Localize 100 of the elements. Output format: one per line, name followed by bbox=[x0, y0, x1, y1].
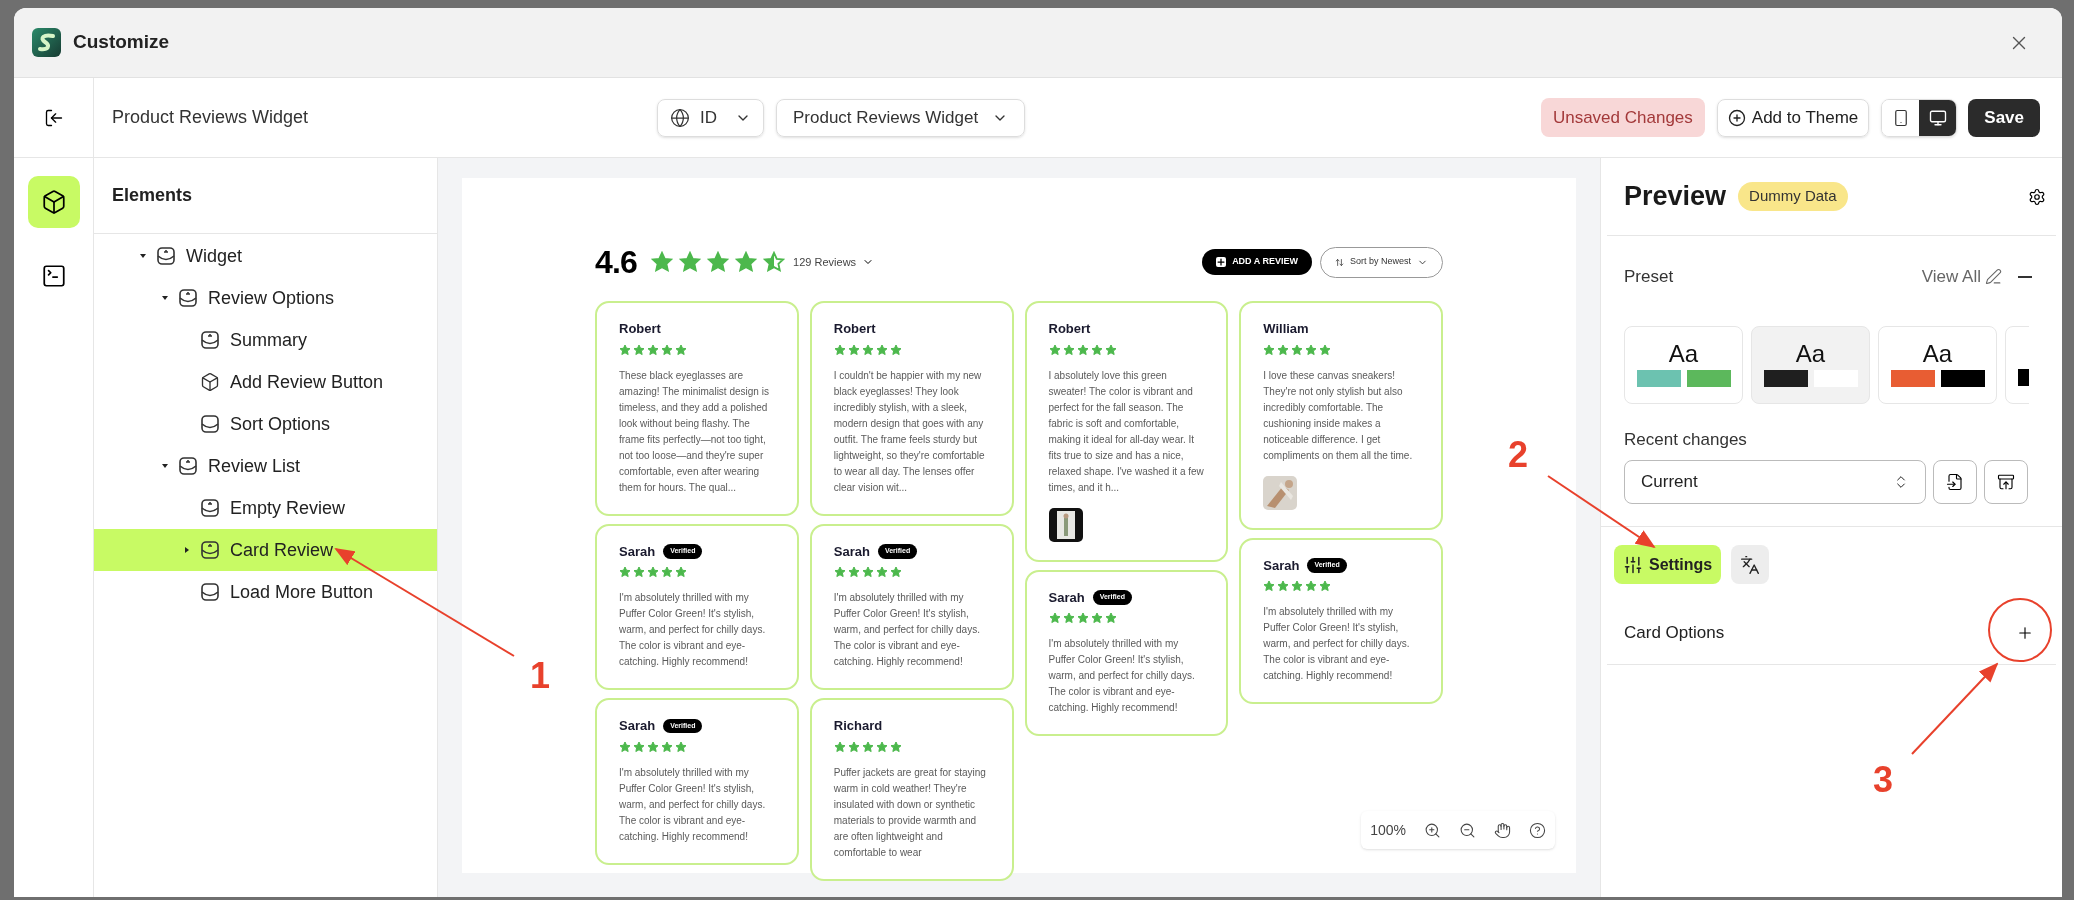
star-icon bbox=[675, 740, 687, 753]
sliders-icon bbox=[1623, 554, 1643, 575]
star-icon bbox=[633, 740, 645, 753]
export-button[interactable] bbox=[1984, 460, 2028, 504]
desktop-view-button[interactable] bbox=[1919, 99, 1957, 136]
preset-card[interactable]: Aa bbox=[1624, 325, 1743, 404]
terminal-icon bbox=[40, 263, 67, 289]
pen-icon bbox=[1985, 268, 2002, 286]
logo-icon bbox=[32, 28, 61, 57]
unsaved-status: Unsaved Changes bbox=[1540, 97, 1705, 138]
reviewer-name: Sarah bbox=[619, 542, 656, 561]
review-text: I'm absolutely thrilled with my Puffer Color Green! It's stylish, warm, and perfect for chilly days. The color is vibrant and eye-catching. Highly recommend! bbox=[1048, 637, 1196, 715]
tree-item[interactable]: Summary bbox=[94, 319, 437, 361]
star-icon bbox=[889, 343, 902, 356]
reviewer-name: Sarah bbox=[1048, 588, 1085, 607]
star-icon bbox=[1076, 612, 1089, 624]
star-icon bbox=[1090, 343, 1103, 356]
tree-item[interactable]: Review List bbox=[94, 445, 437, 487]
tree-item[interactable]: Empty Review bbox=[94, 487, 437, 529]
tree-item[interactable]: Review Options bbox=[94, 277, 437, 319]
star-icon bbox=[619, 343, 631, 356]
exit-icon bbox=[43, 107, 64, 128]
star-icon bbox=[1305, 580, 1318, 592]
star-icon bbox=[619, 566, 631, 578]
review-text: I couldn't be happier with my new black eyeglasses! They look incredibly stylish, with a sleek, modern design that goes with any outfit. The frame feels sturdy but lightweight, so they're comfortable to wear all day. The lenses offer clear vision wit... bbox=[833, 368, 986, 495]
caret-down-icon[interactable] bbox=[161, 462, 169, 470]
caret-right-icon[interactable] bbox=[183, 546, 191, 554]
star-icon bbox=[875, 566, 888, 578]
reviewer-name: Richard bbox=[833, 717, 883, 735]
hand-icon bbox=[1494, 821, 1511, 839]
mobile-view-button[interactable] bbox=[1882, 99, 1920, 136]
review-text: I'm absolutely thrilled with my Puffer Color Green! It's stylish, warm, and perfect for chilly days. The color is vibrant and eye-catching. Highly recommend! bbox=[1263, 605, 1411, 683]
tray-icon bbox=[200, 414, 220, 434]
star-icon bbox=[847, 343, 860, 356]
section-title: Card Options bbox=[1624, 622, 1725, 645]
tree-label: Load More Button bbox=[230, 580, 374, 604]
preset-card[interactable]: Aa bbox=[1751, 325, 1870, 404]
caret-down-icon[interactable] bbox=[161, 294, 169, 302]
average-rating: 4.6 bbox=[595, 243, 638, 282]
reviewer-name: Sarah bbox=[1263, 556, 1300, 575]
add-review-button[interactable]: ADD A REVIEW bbox=[1202, 249, 1312, 275]
widget-select[interactable]: Product Reviews Widget bbox=[776, 98, 1026, 137]
star-icon bbox=[647, 343, 659, 356]
annotation-number: 3 bbox=[1873, 762, 1894, 798]
settings-button[interactable] bbox=[2028, 187, 2046, 206]
star-icon bbox=[1048, 612, 1061, 624]
box-upload-icon bbox=[1997, 473, 2015, 491]
star-icon bbox=[847, 740, 860, 753]
minus-icon bbox=[2018, 275, 2032, 278]
star-icon bbox=[889, 740, 902, 753]
file-import-icon bbox=[1946, 473, 1964, 491]
preset-label: Preset bbox=[1624, 266, 1674, 288]
star-icon bbox=[619, 740, 631, 753]
save-button[interactable]: Save bbox=[1968, 98, 2040, 137]
exit-button[interactable] bbox=[43, 107, 64, 128]
star-icon bbox=[707, 251, 730, 273]
view-all-link[interactable]: View All bbox=[1921, 264, 2002, 290]
tree-item[interactable]: Add Review Button bbox=[94, 361, 437, 403]
import-button[interactable] bbox=[1933, 460, 1977, 504]
tree-item[interactable]: Card Review bbox=[94, 529, 437, 571]
star-icon bbox=[875, 343, 888, 356]
tree-label: Widget bbox=[186, 244, 243, 268]
tray-icon bbox=[156, 246, 176, 266]
language-select[interactable]: ID bbox=[657, 98, 764, 137]
settings-tab[interactable]: Settings bbox=[1614, 545, 1722, 584]
tray-icon bbox=[200, 498, 220, 518]
review-text: These black eyeglasses are amazing! The minimalist design is timeless, and they add a polished look without being flashy. The frame fits perfectly—not too tight, not too loose—and they're super comfortable, even after wearing them for hours. The qual... bbox=[619, 368, 770, 495]
cube-icon bbox=[40, 189, 67, 215]
tray-icon bbox=[178, 456, 198, 476]
reviewer-name: Robert bbox=[1048, 320, 1091, 338]
globe-icon bbox=[670, 107, 690, 128]
star-icon bbox=[1062, 343, 1075, 356]
star-icon bbox=[1062, 612, 1075, 624]
reviewer-name: Robert bbox=[833, 320, 876, 338]
star-icon bbox=[633, 343, 645, 356]
window-title: Customize bbox=[73, 30, 170, 55]
tree-item[interactable]: Sort Options bbox=[94, 403, 437, 445]
plus-icon bbox=[1216, 257, 1227, 267]
tree-label: Summary bbox=[230, 328, 307, 352]
star-icon bbox=[661, 343, 673, 356]
tree-item[interactable]: Load More Button bbox=[94, 571, 437, 613]
plus-icon bbox=[2016, 624, 2034, 642]
star-icon bbox=[1104, 343, 1117, 356]
review-text: I absolutely love this green sweater! The color is vibrant and perfect for the fall season. The fabric is soft and comfortable, making it ideal for all-day wear. It fits true to size and has a nice, relaxed shape. I've washed it a few times, and it h... bbox=[1048, 368, 1205, 495]
preset-card[interactable]: Aa bbox=[1878, 325, 1997, 404]
tray-icon bbox=[178, 288, 198, 308]
star-icon bbox=[833, 566, 846, 578]
review-text: I'm absolutely thrilled with my Puffer Color Green! It's stylish, warm, and perfect for chilly days. The color is vibrant and eye-catching. Highly recommend! bbox=[833, 591, 981, 669]
add-to-theme-button[interactable]: Add to Theme bbox=[1716, 98, 1870, 137]
recent-changes-select[interactable]: Current bbox=[1624, 460, 1926, 504]
review-text: I'm absolutely thrilled with my Puffer Color Green! It's stylish, warm, and perfect for chilly days. The color is vibrant and eye-catching. Highly recommend! bbox=[619, 765, 767, 844]
rail-button[interactable] bbox=[27, 176, 80, 228]
reviewer-name: Robert bbox=[619, 320, 661, 338]
panel-title: Elements bbox=[112, 184, 193, 207]
translate-tab[interactable] bbox=[1731, 545, 1770, 584]
caret-down-icon[interactable] bbox=[139, 252, 147, 260]
tree-item[interactable]: Widget bbox=[94, 235, 437, 277]
expand-button[interactable] bbox=[2016, 624, 2034, 642]
star-icon bbox=[861, 740, 874, 753]
star-icon bbox=[861, 566, 874, 578]
